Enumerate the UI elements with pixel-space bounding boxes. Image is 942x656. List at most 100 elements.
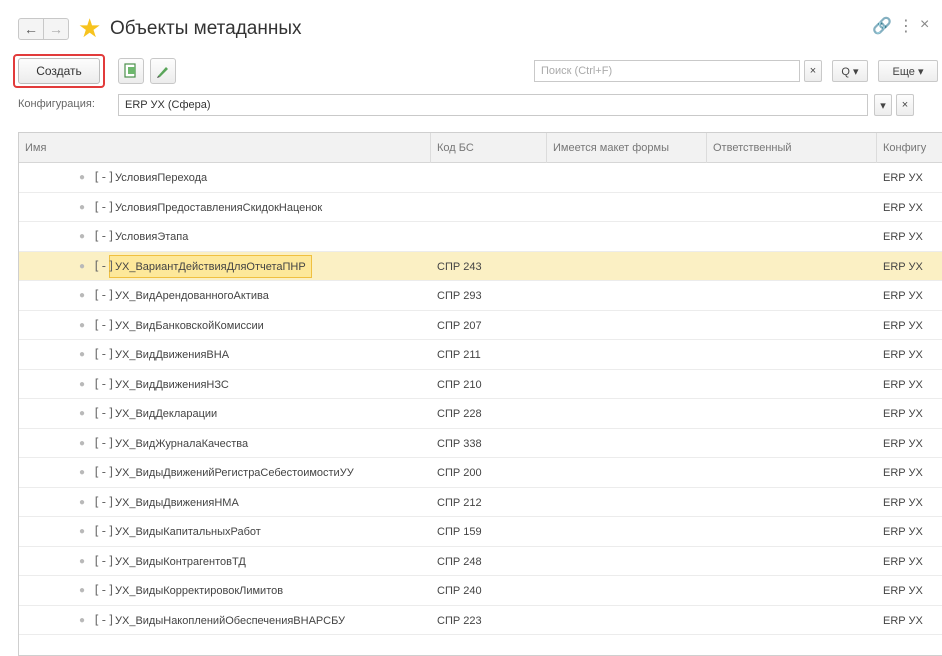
name-cell[interactable]: ● [-] УХ_ВариантДействияДляОтчетаПНР (19, 252, 431, 281)
link-icon[interactable]: 🔗 (872, 16, 892, 36)
responsible-cell[interactable] (707, 281, 877, 310)
name-cell[interactable]: ● [-] УХ_ВидыДвиженийРегистраСебестоимости… (19, 458, 431, 487)
table-row[interactable]: ● [-] УХ_ВидыКорректировокЛимитов СПР 240 ER… (19, 576, 942, 606)
code-cell[interactable] (431, 193, 547, 222)
table-row[interactable]: ● [-] УХ_ВидыКонтрагентовТД СПР 248 ERP УХ (19, 547, 942, 576)
responsible-cell[interactable] (707, 547, 877, 576)
name-cell[interactable]: ● [-] УХ_ВидДекларации (19, 399, 431, 428)
table-row[interactable]: ● [-] УХ_ВидыКапитальныхРабот СПР 159 ERP УХ (19, 517, 942, 547)
table-row[interactable]: ● [-] УХ_ВидДвиженияНЗС СПР 210 ERP УХ (19, 370, 942, 399)
responsible-cell[interactable] (707, 488, 877, 517)
responsible-cell[interactable] (707, 311, 877, 340)
form-layout-cell[interactable] (547, 281, 707, 310)
form-layout-cell[interactable] (547, 163, 707, 192)
back-button[interactable]: ← (18, 18, 44, 40)
edit-button[interactable] (150, 58, 176, 84)
name-cell[interactable]: ● [-] УХ_ВидыКорректировокЛимитов (19, 576, 431, 605)
table-row[interactable]: ● [-] УХ_ВидАрендованногоАктива СПР 293 ERP … (19, 281, 942, 311)
table-row[interactable]: ● [-] УХ_ВидДвиженияВНА СПР 211 ERP УХ (19, 340, 942, 370)
form-layout-cell[interactable] (547, 370, 707, 399)
column-header-code[interactable]: Код БС (431, 133, 547, 163)
form-layout-cell[interactable] (547, 576, 707, 605)
more-button[interactable]: Еще ▾ (878, 60, 938, 82)
configuration-cell[interactable]: ERP УХ (877, 458, 942, 487)
code-cell[interactable]: СПР 159 (431, 517, 547, 546)
configuration-cell[interactable]: ERP УХ (877, 163, 942, 192)
configuration-clear-button[interactable]: × (896, 94, 914, 116)
table-row[interactable]: ● [-] УХ_ВидДекларации СПР 228 ERP УХ (19, 399, 942, 429)
configuration-cell[interactable]: ERP УХ (877, 252, 942, 281)
configuration-cell[interactable]: ERP УХ (877, 340, 942, 369)
name-cell[interactable]: ● [-] УХ_ВидАрендованногоАктива (19, 281, 431, 310)
code-cell[interactable]: СПР 210 (431, 370, 547, 399)
name-cell[interactable]: ● [-] УсловияПредоставленияСкидокНаценок (19, 193, 431, 222)
code-cell[interactable]: СПР 211 (431, 340, 547, 369)
form-layout-cell[interactable] (547, 311, 707, 340)
configuration-cell[interactable]: ERP УХ (877, 488, 942, 517)
table-row[interactable]: ● [-] УХ_ВидыНакопленийОбеспеченияВНАРСБУ С… (19, 606, 942, 635)
configuration-cell[interactable]: ERP УХ (877, 193, 942, 222)
responsible-cell[interactable] (707, 606, 877, 635)
responsible-cell[interactable] (707, 429, 877, 458)
name-cell[interactable]: ● [-] УсловияПерехода (19, 163, 431, 192)
search-button[interactable]: Q ▾ (832, 60, 868, 82)
form-layout-cell[interactable] (547, 193, 707, 222)
configuration-dropdown-button[interactable]: ▾ (874, 94, 892, 116)
code-cell[interactable]: СПР 228 (431, 399, 547, 428)
code-cell[interactable]: СПР 207 (431, 311, 547, 340)
form-layout-cell[interactable] (547, 399, 707, 428)
form-layout-cell[interactable] (547, 252, 707, 281)
configuration-field[interactable]: ERP УХ (Сфера) (118, 94, 868, 116)
configuration-cell[interactable]: ERP УХ (877, 399, 942, 428)
code-cell[interactable]: СПР 212 (431, 488, 547, 517)
code-cell[interactable]: СПР 243 (431, 252, 547, 281)
code-cell[interactable]: СПР 240 (431, 576, 547, 605)
table-row[interactable]: ● [-] УХ_ВариантДействияДляОтчетаПНР СПР 24… (19, 251, 942, 281)
name-cell[interactable]: ● [-] УХ_ВидБанковскойКомиссии (19, 311, 431, 340)
responsible-cell[interactable] (707, 517, 877, 546)
responsible-cell[interactable] (707, 193, 877, 222)
responsible-cell[interactable] (707, 576, 877, 605)
code-cell[interactable]: СПР 200 (431, 458, 547, 487)
responsible-cell[interactable] (707, 163, 877, 192)
configuration-cell[interactable]: ERP УХ (877, 222, 942, 251)
search-input[interactable]: Поиск (Ctrl+F) (534, 60, 800, 82)
name-cell[interactable]: ● [-] УХ_ВидыКонтрагентовТД (19, 547, 431, 576)
forward-button[interactable]: → (43, 18, 69, 40)
column-header-form-layout[interactable]: Имеется макет формы (547, 133, 707, 163)
create-button[interactable]: Создать (18, 58, 100, 84)
name-cell[interactable]: ● [-] УХ_ВидыДвиженияНМА (19, 488, 431, 517)
configuration-cell[interactable]: ERP УХ (877, 576, 942, 605)
search-clear-button[interactable]: × (804, 60, 822, 82)
responsible-cell[interactable] (707, 399, 877, 428)
configuration-cell[interactable]: ERP УХ (877, 370, 942, 399)
name-cell[interactable]: ● [-] УХ_ВидыКапитальныхРабот (19, 517, 431, 546)
responsible-cell[interactable] (707, 340, 877, 369)
form-layout-cell[interactable] (547, 547, 707, 576)
form-layout-cell[interactable] (547, 340, 707, 369)
table-row[interactable]: ● [-] УсловияПерехода ERP УХ (19, 163, 942, 193)
column-header-configuration[interactable]: Конфигу (877, 133, 942, 163)
name-cell[interactable]: ● [-] УХ_ВидДвиженияВНА (19, 340, 431, 369)
code-cell[interactable]: СПР 338 (431, 429, 547, 458)
code-cell[interactable]: СПР 293 (431, 281, 547, 310)
table-row[interactable]: ● [-] УХ_ВидЖурналаКачества СПР 338 ERP УХ (19, 429, 942, 458)
name-cell[interactable]: ● [-] УсловияЭтапа (19, 222, 431, 251)
form-layout-cell[interactable] (547, 458, 707, 487)
more-vertical-icon[interactable]: ⋮ (898, 16, 914, 36)
name-cell[interactable]: ● [-] УХ_ВидДвиженияНЗС (19, 370, 431, 399)
table-row[interactable]: ● [-] УХ_ВидыДвиженийРегистраСебестоимости… (19, 458, 942, 488)
table-row[interactable]: ● [-] УсловияПредоставленияСкидокНаценок ER… (19, 193, 942, 222)
table-row[interactable]: ● [-] УХ_ВидБанковскойКомиссии СПР 207 ERP У… (19, 311, 942, 340)
configuration-cell[interactable]: ERP УХ (877, 429, 942, 458)
configuration-cell[interactable]: ERP УХ (877, 547, 942, 576)
table-row[interactable]: ● [-] УХ_ВидыДвиженияНМА СПР 212 ERP УХ (19, 488, 942, 517)
configuration-cell[interactable]: ERP УХ (877, 281, 942, 310)
column-header-responsible[interactable]: Ответственный (707, 133, 877, 163)
code-cell[interactable] (431, 222, 547, 251)
name-cell[interactable]: ● [-] УХ_ВидЖурналаКачества (19, 429, 431, 458)
copy-button[interactable] (118, 58, 144, 84)
favorite-star-icon[interactable]: ★ (78, 13, 101, 43)
form-layout-cell[interactable] (547, 429, 707, 458)
code-cell[interactable]: СПР 223 (431, 606, 547, 635)
